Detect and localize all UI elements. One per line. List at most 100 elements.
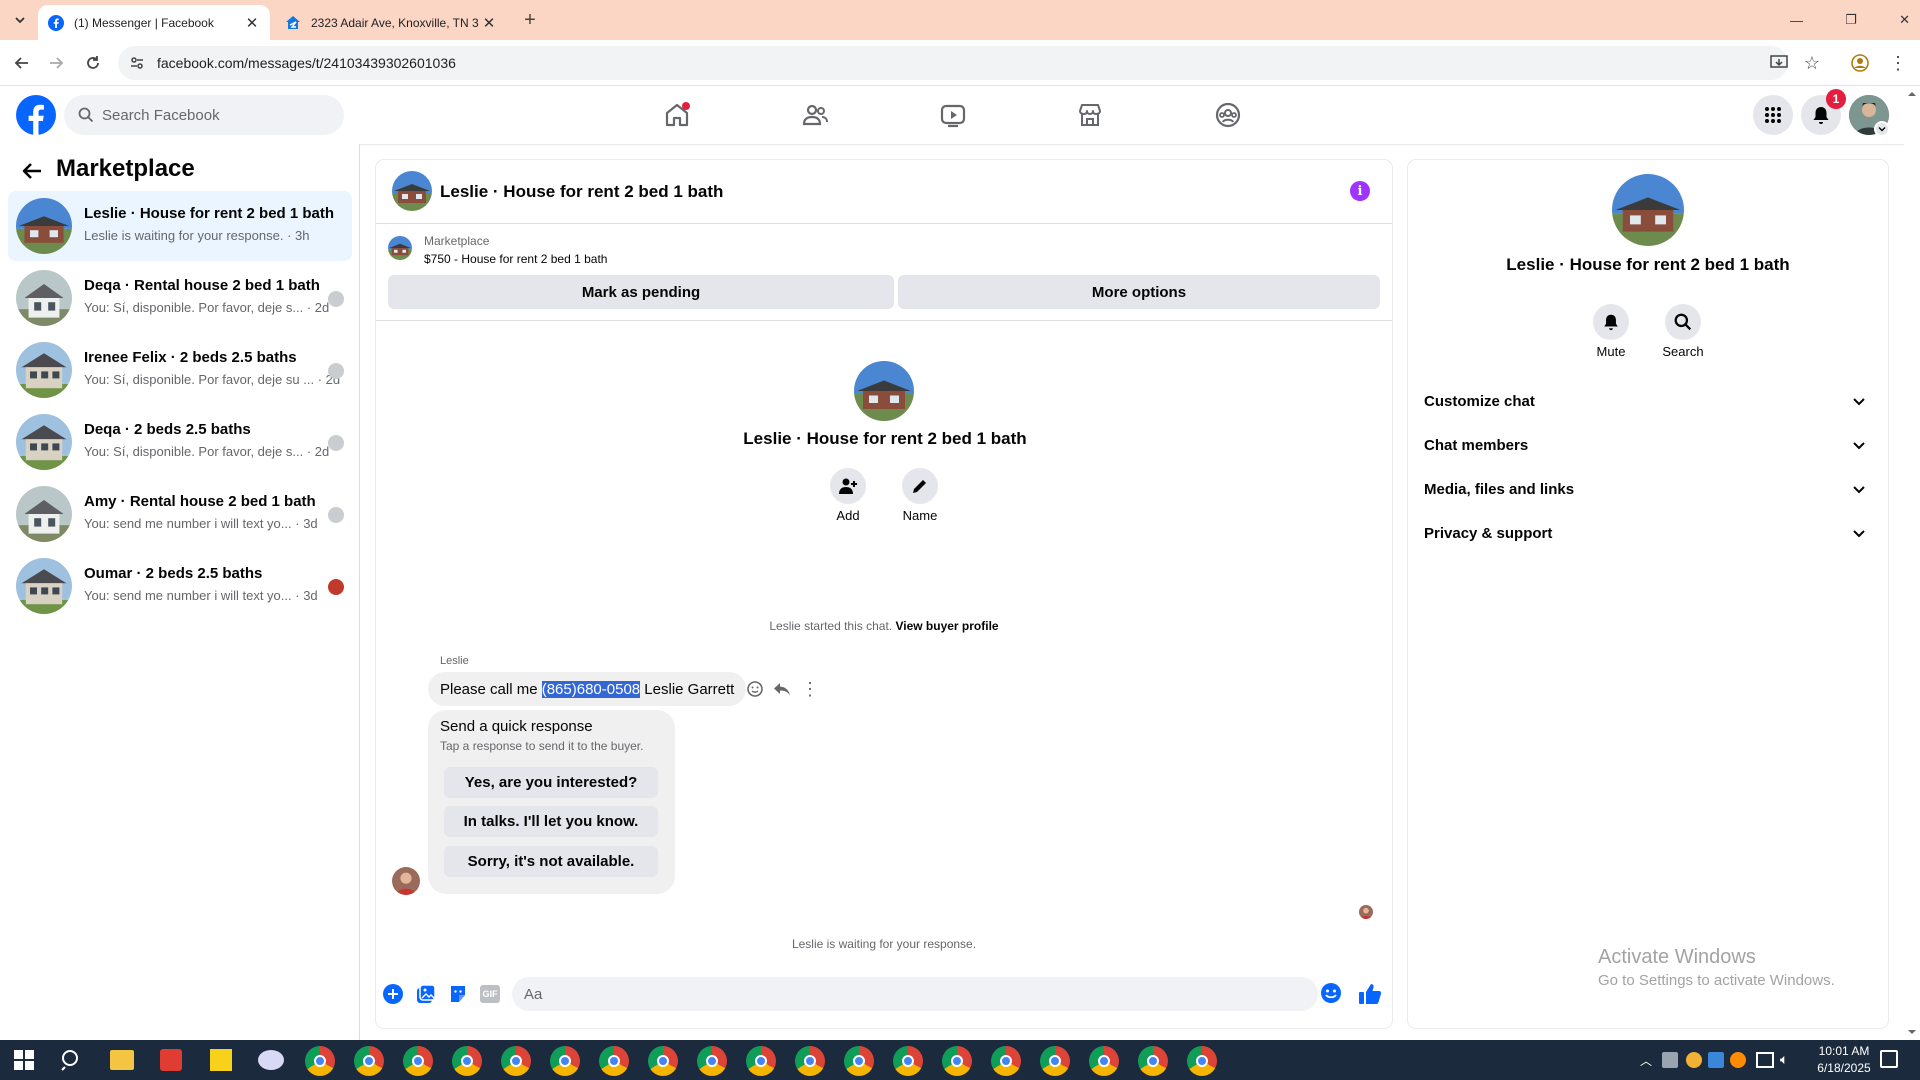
chrome-window-icon[interactable]	[501, 1046, 531, 1076]
taskbar-clock[interactable]: 10:01 AM 6/18/2025	[1808, 1044, 1880, 1075]
emoji-picker-icon[interactable]	[1320, 982, 1342, 1004]
more-options-button[interactable]: More options	[898, 275, 1380, 309]
menu-grid-icon[interactable]	[1753, 95, 1793, 135]
message-bubble[interactable]: Please call me (865)680-0508 Leslie Garr…	[428, 672, 747, 706]
chrome-window-icon[interactable]	[1138, 1046, 1168, 1076]
chrome-window-icon[interactable]	[697, 1046, 727, 1076]
tray-monitor-icon[interactable]	[1708, 1052, 1724, 1068]
browser-menu-icon[interactable]: ⋮	[1886, 51, 1910, 75]
anydesk-icon[interactable]	[160, 1049, 182, 1071]
chrome-window-icon[interactable]	[403, 1046, 433, 1076]
close-window-icon[interactable]: ✕	[1899, 12, 1910, 28]
forward-icon[interactable]	[44, 51, 68, 75]
conversation-item[interactable]: Amy · Rental house 2 bed 1 bath You: send…	[8, 479, 352, 549]
action-center-icon[interactable]	[1880, 1050, 1898, 1068]
conversation-item[interactable]: Deqa · 2 beds 2.5 baths You: Sí, disponib…	[8, 407, 352, 477]
add-person-icon[interactable]	[830, 468, 866, 504]
close-tab-icon[interactable]: ✕	[244, 14, 260, 32]
tray-app-icon[interactable]	[1686, 1052, 1702, 1068]
listing-price-title[interactable]: $750 - House for rent 2 bed 1 bath	[424, 252, 607, 266]
section-customize-chat[interactable]: Customize chat	[1424, 381, 1874, 421]
new-tab-plus-icon[interactable]: +	[518, 8, 542, 32]
facebook-logo-icon[interactable]	[16, 95, 56, 135]
chrome-window-icon[interactable]	[1040, 1046, 1070, 1076]
view-buyer-profile-link[interactable]: View buyer profile	[895, 619, 998, 633]
react-emoji-icon[interactable]	[746, 680, 764, 698]
chrome-window-icon[interactable]	[648, 1046, 678, 1076]
photo-attach-icon[interactable]	[416, 984, 436, 1004]
tab-zillow[interactable]: 2323 Adair Ave, Knoxville, TN 3 ✕	[275, 5, 507, 40]
chrome-window-icon[interactable]	[1089, 1046, 1119, 1076]
section-media-files-links[interactable]: Media, files and links	[1424, 469, 1874, 509]
windows-start-icon[interactable]	[14, 1050, 34, 1070]
chrome-window-icon[interactable]	[550, 1046, 580, 1076]
search-in-chat-icon[interactable]	[1665, 304, 1701, 340]
tab-list-chevron-icon[interactable]	[8, 8, 32, 32]
nav-video-icon[interactable]	[933, 97, 973, 133]
like-thumb-icon[interactable]	[1358, 982, 1382, 1006]
tray-cloud-icon[interactable]	[1730, 1052, 1746, 1068]
chrome-window-icon[interactable]	[354, 1046, 384, 1076]
message-phone-highlight[interactable]: (865)680-0508	[541, 680, 641, 698]
install-app-icon[interactable]	[1767, 51, 1791, 75]
tray-chevron-icon[interactable]: ︿	[1640, 1052, 1652, 1069]
quick-response-button[interactable]: Yes, are you interested?	[444, 767, 658, 798]
nav-friends-icon[interactable]	[795, 97, 835, 133]
sticky-notes-icon[interactable]	[210, 1049, 232, 1071]
conversation-item[interactable]: Deqa · Rental house 2 bed 1 bath You: Sí,…	[8, 263, 352, 333]
reload-icon[interactable]	[81, 51, 105, 75]
back-arrow-icon[interactable]	[20, 159, 44, 183]
conversation-item[interactable]: Irenee Felix · 2 beds 2.5 baths You: Sí, …	[8, 335, 352, 405]
restore-icon[interactable]: ❐	[1845, 12, 1857, 28]
snipping-tool-icon[interactable]	[258, 1050, 284, 1070]
bookmark-star-icon[interactable]: ☆	[1800, 51, 1824, 75]
tray-volume-icon[interactable]: 🔈︎	[1780, 1051, 1788, 1068]
gif-icon[interactable]: GIF	[480, 985, 500, 1003]
conversation-item[interactable]: Leslie · House for rent 2 bed 1 bath Lesl…	[8, 191, 352, 261]
site-info-icon[interactable]	[125, 51, 149, 75]
message-composer-input[interactable]: Aa	[512, 977, 1318, 1011]
quick-response-button[interactable]: Sorry, it's not available.	[444, 846, 658, 877]
close-tab-icon[interactable]: ✕	[481, 14, 497, 32]
file-explorer-icon[interactable]	[110, 1050, 134, 1070]
sticker-icon[interactable]	[448, 984, 468, 1004]
taskbar-search-icon[interactable]	[60, 1048, 84, 1072]
edit-name-pencil-icon[interactable]	[902, 468, 938, 504]
section-chat-members[interactable]: Chat members	[1424, 425, 1874, 465]
chrome-window-icon[interactable]	[599, 1046, 629, 1076]
chrome-window-icon[interactable]	[942, 1046, 972, 1076]
more-attachments-plus-icon[interactable]	[383, 984, 403, 1004]
chrome-window-icon[interactable]	[893, 1046, 923, 1076]
chrome-window-icon[interactable]	[746, 1046, 776, 1076]
mark-pending-button[interactable]: Mark as pending	[388, 275, 894, 309]
chrome-window-icon[interactable]	[795, 1046, 825, 1076]
chrome-window-icon[interactable]	[991, 1046, 1021, 1076]
sender-avatar[interactable]	[392, 867, 420, 895]
tab-messenger[interactable]: (1) Messenger | Facebook ✕	[38, 5, 270, 40]
chrome-window-icon[interactable]	[305, 1046, 335, 1076]
url-text[interactable]: facebook.com/messages/t/2410343930260103…	[157, 55, 456, 71]
nav-groups-icon[interactable]	[1208, 97, 1248, 133]
tray-network-drive-icon[interactable]	[1662, 1052, 1678, 1068]
chrome-window-icon[interactable]	[844, 1046, 874, 1076]
section-privacy-support[interactable]: Privacy & support	[1424, 513, 1874, 553]
quick-response-button[interactable]: In talks. I'll let you know.	[444, 806, 658, 837]
more-actions-icon[interactable]: ⋮	[801, 680, 819, 698]
chat-header-title[interactable]: Leslie · House for rent 2 bed 1 bath	[440, 182, 723, 202]
conversation-item[interactable]: Oumar · 2 beds 2.5 baths You: send me num…	[8, 551, 352, 621]
info-icon[interactable]: i	[1350, 181, 1370, 201]
facebook-search-input[interactable]: Search Facebook	[64, 95, 344, 135]
page-scrollbar[interactable]	[1904, 86, 1920, 1040]
account-chevron-icon[interactable]	[1874, 121, 1890, 137]
chrome-window-icon[interactable]	[452, 1046, 482, 1076]
chat-header-avatar[interactable]	[392, 171, 432, 211]
reply-arrow-icon[interactable]	[773, 680, 791, 698]
minimize-icon[interactable]: —	[1790, 13, 1803, 28]
nav-marketplace-icon[interactable]	[1070, 97, 1110, 133]
tray-display-icon[interactable]	[1756, 1052, 1774, 1068]
chrome-window-icon[interactable]	[1187, 1046, 1217, 1076]
back-icon[interactable]	[10, 51, 34, 75]
nav-home-icon[interactable]	[657, 97, 697, 133]
mute-bell-icon[interactable]	[1593, 304, 1629, 340]
profile-icon[interactable]	[1848, 51, 1872, 75]
